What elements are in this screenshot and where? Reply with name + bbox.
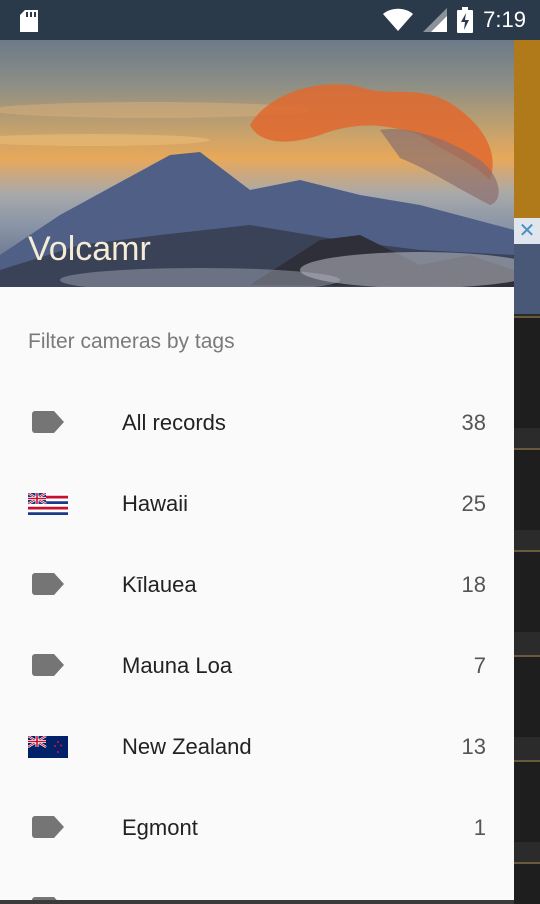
background-camera-card[interactable]	[514, 655, 540, 737]
tag-item-label: New Zealand	[122, 734, 252, 759]
tag-item-label: Hawaii	[122, 491, 189, 516]
ad-close-button[interactable]: ✕	[514, 218, 540, 244]
tag-icon	[32, 816, 64, 838]
tag-item-kilauea[interactable]: Kīlauea 18	[0, 544, 514, 625]
tag-item-all-records[interactable]: All records 38	[0, 382, 514, 463]
app-title: Volcamr	[28, 230, 151, 268]
tag-item-label: All records	[122, 410, 226, 435]
tag-item-count: 13	[461, 734, 486, 759]
tag-item-mauna-loa[interactable]: Mauna Loa 7	[0, 625, 514, 706]
signal-icon	[423, 8, 448, 32]
tag-item-count: 38	[461, 410, 486, 435]
background-camera-card[interactable]	[514, 760, 540, 842]
tag-item-hawaii[interactable]: Hawaii 25	[0, 463, 514, 544]
status-bar: 7:19	[0, 0, 540, 40]
sd-card-icon	[20, 10, 38, 32]
tag-item-new-zealand[interactable]: New Zealand 13	[0, 706, 514, 787]
background-ad-banner[interactable]	[514, 244, 540, 314]
filter-section-label: Filter cameras by tags	[28, 330, 235, 353]
new-zealand-flag-icon	[28, 736, 68, 758]
background-camera-card[interactable]	[514, 316, 540, 428]
background-camera-card[interactable]	[514, 448, 540, 530]
tag-item-label: Egmont	[122, 815, 198, 840]
tag-item-egmont[interactable]: Egmont 1	[0, 787, 514, 868]
tag-item-count: 7	[473, 653, 486, 678]
tag-item-label: Mauna Loa	[122, 653, 233, 678]
tag-item-count: 1	[473, 815, 486, 840]
background-camera-card[interactable]	[514, 550, 540, 632]
clock: 7:19	[483, 7, 526, 32]
tag-icon	[32, 573, 64, 595]
hawaii-flag-icon	[28, 493, 68, 515]
background-camera-card[interactable]	[514, 862, 540, 904]
background-toolbar	[514, 40, 540, 220]
tag-item-count: 18	[461, 572, 486, 597]
tag-list: All records 38 Hawaii 25 Kīlauea 18 Maun…	[0, 382, 514, 900]
drawer-header-image: Volcamr	[0, 40, 514, 287]
tag-item-count: 25	[461, 491, 486, 516]
tag-icon	[32, 654, 64, 676]
tag-icon	[32, 411, 64, 433]
tag-item-partial[interactable]	[0, 868, 514, 900]
wifi-icon	[383, 8, 414, 31]
tag-item-label: Kīlauea	[122, 572, 197, 597]
navigation-drawer: Volcamr Filter cameras by tags All recor…	[0, 0, 514, 900]
battery-charging-icon	[457, 7, 474, 33]
